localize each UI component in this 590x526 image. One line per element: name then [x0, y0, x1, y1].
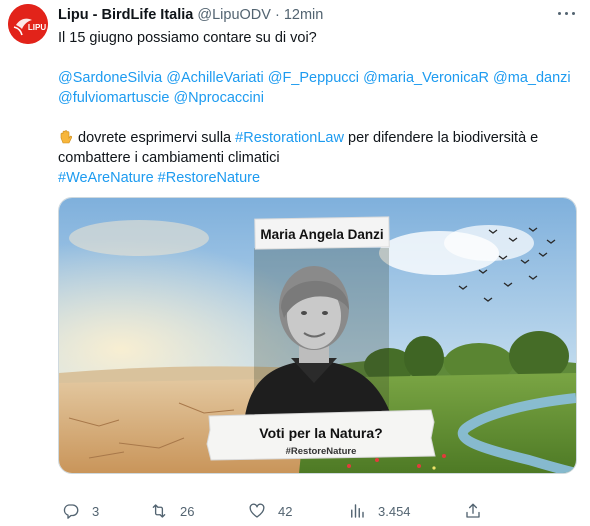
like-count: 42 — [278, 503, 293, 519]
retweet-button[interactable]: 26 — [150, 500, 194, 522]
reply-count: 3 — [92, 503, 100, 519]
person-name-label: Maria Angela Danzi — [260, 227, 383, 242]
image-caption-hashtag: #RestoreNature — [286, 446, 357, 457]
body-text: dovrete esprimervi sulla — [78, 130, 232, 146]
tweet-image[interactable]: Maria Angela Danzi Voti per la Natura? #… — [58, 197, 577, 474]
tweet-line-question: Il 15 giugno possiamo contare su di voi? — [58, 30, 317, 46]
tweet-time[interactable]: 12min — [284, 7, 324, 23]
tweet-line-climate: combattere i cambiamenti climatici — [58, 150, 280, 166]
hashtag-link[interactable]: #WeAreNature — [58, 170, 154, 186]
more-options-icon[interactable] — [558, 8, 576, 20]
mention-link[interactable]: @fulviomartuscie — [58, 90, 169, 106]
tweet-actions: 3 26 42 3.454 — [58, 500, 578, 524]
mentions-line-1: @SardoneSilvia @AchilleVariati @F_Peppuc… — [58, 68, 578, 88]
author-handle[interactable]: @LipuODV — [197, 7, 271, 23]
tweet-line-restoration: dovrete esprimervi sulla #RestorationLaw… — [58, 128, 578, 148]
mention-link[interactable]: @AchilleVariati — [166, 70, 263, 86]
body-text: per difendere la biodiversità e — [348, 130, 539, 146]
retweet-icon — [152, 504, 166, 518]
views-icon — [351, 504, 364, 518]
reply-icon — [63, 504, 79, 519]
share-icon — [466, 503, 480, 518]
retweet-count: 26 — [180, 503, 195, 519]
raised-hand-emoji-icon — [60, 130, 73, 144]
hashtag-link[interactable]: #RestorationLaw — [235, 130, 344, 146]
mentions-line-2: @fulviomartuscie @Nprocaccini — [58, 88, 578, 108]
tweet-header: Lipu - BirdLife Italia @LipuODV · 12min — [58, 5, 550, 25]
reply-button[interactable]: 3 — [62, 500, 99, 522]
tweet[interactable]: LIPU Lipu - BirdLife Italia @LipuODV · 1… — [0, 0, 590, 526]
mention-link[interactable]: @SardoneSilvia — [58, 70, 162, 86]
avatar-logo-text: LIPU — [28, 23, 46, 32]
views-count: 3.454 — [378, 503, 411, 519]
separator-dot: · — [274, 7, 280, 23]
views-button[interactable]: 3.454 — [348, 500, 411, 522]
mention-link[interactable]: @maria_VeronicaR — [363, 70, 489, 86]
like-button[interactable]: 42 — [248, 500, 292, 522]
image-caption: Voti per la Natura? — [259, 425, 382, 441]
mention-link[interactable]: @ma_danzi — [493, 70, 571, 86]
avatar[interactable]: LIPU — [8, 4, 48, 44]
mention-link[interactable]: @F_Peppucci — [268, 70, 359, 86]
hashtags-line: #WeAreNature #RestoreNature — [58, 168, 578, 188]
author-name[interactable]: Lipu - BirdLife Italia — [58, 7, 193, 23]
mention-link[interactable]: @Nprocaccini — [173, 90, 263, 106]
tweet-text: Il 15 giugno possiamo contare su di voi?… — [58, 28, 578, 188]
heart-icon — [249, 503, 265, 518]
share-button[interactable] — [464, 500, 492, 522]
hashtag-link[interactable]: #RestoreNature — [158, 170, 260, 186]
